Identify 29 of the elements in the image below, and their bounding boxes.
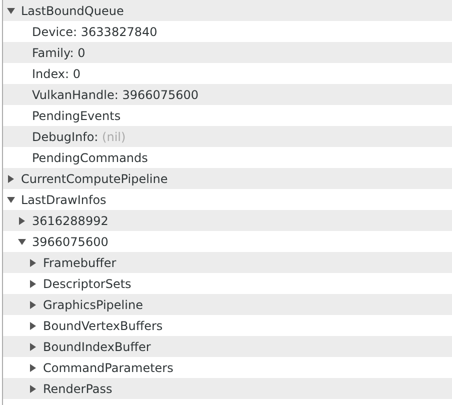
tree-item[interactable]: DescriptorSets: [43, 276, 132, 290]
collapse-arrow-icon[interactable]: [18, 238, 26, 246]
tree-item[interactable]: Family: 0: [32, 46, 86, 60]
expand-arrow-icon[interactable]: [29, 384, 37, 392]
tree-item[interactable]: GraphicsPipeline: [43, 298, 143, 312]
tree-item[interactable]: PendingEvents: [32, 108, 121, 122]
expand-arrow-icon[interactable]: [18, 216, 26, 224]
tree-item[interactable]: BoundVertexBuffers: [43, 318, 163, 332]
tree-item[interactable]: PendingCommands: [32, 150, 148, 164]
tree-item[interactable]: LastBoundQueue: [21, 4, 124, 18]
tree-item[interactable]: RenderPass: [43, 382, 112, 396]
expand-arrow-icon[interactable]: [29, 322, 37, 330]
tree-item[interactable]: BoundIndexBuffer: [43, 340, 151, 354]
expand-arrow-icon[interactable]: [29, 342, 37, 350]
tree-item[interactable]: Index: 0: [32, 66, 81, 80]
expand-arrow-icon[interactable]: [29, 258, 37, 266]
collapse-arrow-icon[interactable]: [7, 196, 15, 204]
expand-arrow-icon[interactable]: [7, 174, 15, 182]
tree-item[interactable]: 3616288992: [32, 214, 108, 228]
tree-item[interactable]: LastDrawInfos: [21, 192, 106, 206]
collapse-arrow-icon[interactable]: [7, 6, 15, 14]
tree-item[interactable]: Device: 3633827840: [32, 24, 158, 38]
tree-item[interactable]: Framebuffer: [43, 256, 116, 270]
expand-arrow-icon[interactable]: [29, 364, 37, 372]
expand-arrow-icon[interactable]: [29, 300, 37, 308]
expand-arrow-icon[interactable]: [29, 280, 37, 288]
tree-item[interactable]: DebugInfo: (nil): [32, 130, 126, 144]
tree-item[interactable]: CommandParameters: [43, 360, 174, 374]
tree-item[interactable]: 3966075600: [32, 234, 108, 248]
